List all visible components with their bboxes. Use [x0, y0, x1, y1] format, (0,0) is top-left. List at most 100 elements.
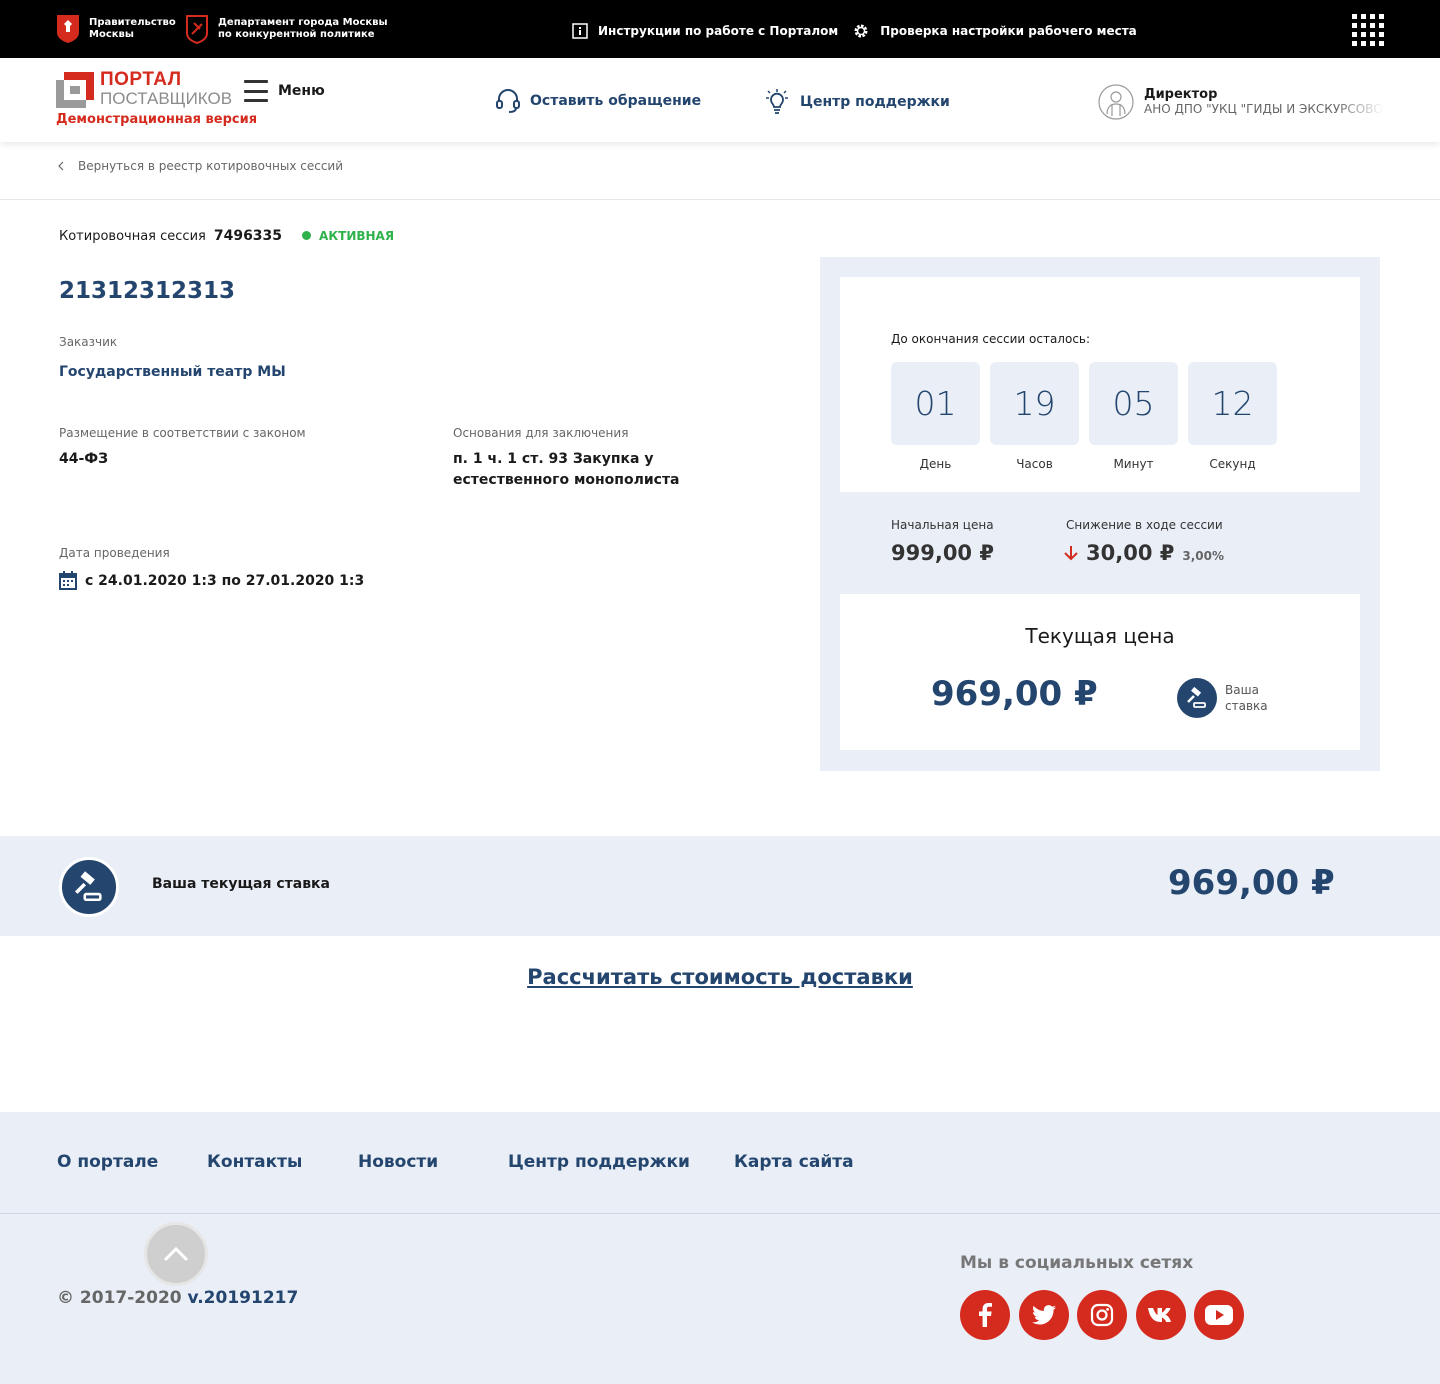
- gavel-icon: [59, 857, 119, 917]
- support-center-link[interactable]: Центр поддержки: [764, 88, 950, 116]
- department-emblem-icon: [186, 15, 208, 44]
- countdown-hours: 19: [990, 362, 1079, 445]
- user-profile[interactable]: Директор АНО ДПО "УКЦ "ГИДЫ И ЭКСКУРСОВО…: [1098, 82, 1388, 122]
- info-icon: [572, 23, 588, 39]
- basis-value: п. 1 ч. 1 ст. 93 Закупка у естественного…: [453, 451, 680, 488]
- price-panel: До окончания сессии осталось: 01 19 05 1…: [820, 257, 1380, 771]
- countdown-card: До окончания сессии осталось: 01 19 05 1…: [840, 277, 1360, 492]
- current-bid-band: Ваша текущая ставка 969,00 ₽: [0, 836, 1440, 936]
- arrow-down-icon: [1064, 546, 1078, 561]
- main-header: ПОРТАЛ ПОСТАВЩИКОВ Демонстрационная верс…: [0, 58, 1440, 142]
- current-bid-label: Ваша текущая ставка: [152, 876, 331, 892]
- start-price-value: 999,00 ₽: [891, 541, 994, 565]
- user-avatar-icon: [1098, 84, 1134, 120]
- instagram-icon[interactable]: [1077, 1290, 1127, 1340]
- law-label: Размещение в соответствии с законом: [59, 426, 306, 440]
- price-drop-percent: 3,00%: [1182, 549, 1224, 563]
- current-bid-value: 969,00 ₽: [1168, 863, 1335, 903]
- user-organization: АНО ДПО "УКЦ "ГИДЫ И ЭКСКУРСОВОДЫ": [1144, 102, 1384, 116]
- status-dot-icon: [302, 231, 312, 240]
- date-label: Дата проведения: [59, 546, 170, 560]
- countdown-seconds-caption: Секунд: [1209, 457, 1256, 471]
- start-price-label: Начальная цена: [891, 518, 994, 532]
- menu-label: Меню: [278, 83, 325, 99]
- back-to-registry-link[interactable]: Вернуться в реестр котировочных сессий: [58, 159, 343, 173]
- countdown-hours-caption: Часов: [1016, 457, 1053, 471]
- gov-department-text: Департамент города Москвы по конкурентно…: [218, 17, 388, 40]
- chevron-up-icon: [163, 1246, 189, 1262]
- moscow-emblem-icon: [57, 15, 79, 43]
- customer-label: Заказчик: [59, 335, 118, 349]
- portal-logo[interactable]: ПОРТАЛ ПОСТАВЩИКОВ: [56, 69, 233, 110]
- countdown-days-caption: День: [919, 457, 952, 471]
- twitter-icon[interactable]: [1019, 1290, 1069, 1340]
- version: v.20191217: [187, 1288, 299, 1308]
- countdown-seconds: 12: [1188, 362, 1277, 445]
- facebook-icon[interactable]: [960, 1290, 1010, 1340]
- gov-moscow-text: Правительство Москвы: [89, 17, 176, 40]
- status-badge: АКТИВНАЯ: [302, 229, 394, 243]
- gavel-icon: [1177, 678, 1217, 718]
- gov-moscow-link[interactable]: Правительство Москвы: [56, 14, 176, 44]
- law-value: 44-ФЗ: [59, 451, 109, 467]
- scroll-to-top-button[interactable]: [144, 1222, 208, 1286]
- footer-nav-news[interactable]: Новости: [358, 1152, 438, 1172]
- date-value: с 24.01.2020 1:3 по 27.01.2020 1:3: [85, 572, 365, 589]
- copyright-years: © 2017-2020: [57, 1288, 182, 1308]
- your-bid-label: Ваша ставка: [1225, 683, 1268, 713]
- instructions-link[interactable]: Инструкции по работе с Порталом: [572, 23, 838, 39]
- current-price-title: Текущая цена: [1025, 624, 1175, 648]
- workplace-check-label: Проверка настройки рабочего места: [880, 24, 1137, 38]
- price-drop: 30,00 ₽ 3,00%: [1064, 541, 1224, 565]
- session-header: Котировочная сессия 7496335 АКТИВНАЯ: [59, 228, 394, 244]
- price-drop-value: 30,00 ₽: [1086, 541, 1175, 565]
- footer-nav-sitemap[interactable]: Карта сайта: [734, 1152, 854, 1172]
- apps-grid-icon[interactable]: [1352, 14, 1384, 46]
- your-bid-marker: Ваша ставка: [1177, 678, 1268, 718]
- logo-subtitle: ПОСТАВЩИКОВ: [100, 89, 233, 108]
- hamburger-icon: [244, 80, 268, 102]
- copyright: © 2017-2020 v.20191217: [57, 1288, 298, 1308]
- current-price-card: Текущая цена 969,00 ₽ Ваша ставка: [840, 594, 1360, 750]
- appeal-label: Оставить обращение: [530, 93, 702, 109]
- price-drop-label: Снижение в ходе сессии: [1066, 518, 1223, 532]
- gear-icon: [854, 24, 868, 38]
- top-bar: Правительство Москвы Департамент города …: [0, 0, 1440, 58]
- countdown-minutes: 05: [1089, 362, 1178, 445]
- vk-icon[interactable]: [1136, 1290, 1186, 1340]
- user-role: Директор: [1144, 87, 1218, 102]
- footer-nav-support[interactable]: Центр поддержки: [508, 1152, 690, 1172]
- instructions-label: Инструкции по работе с Порталом: [598, 24, 839, 38]
- basis-label: Основания для заключения: [453, 426, 629, 440]
- gov-department-link[interactable]: Департамент города Москвы по конкурентно…: [185, 14, 388, 44]
- youtube-icon[interactable]: [1194, 1290, 1244, 1340]
- session-label: Котировочная сессия: [59, 229, 206, 244]
- calendar-icon: [59, 571, 77, 590]
- appeal-link[interactable]: Оставить обращение: [496, 88, 701, 114]
- footer-divider: [0, 1213, 1440, 1214]
- headset-icon: [496, 89, 520, 113]
- current-price-value: 969,00 ₽: [931, 674, 1098, 714]
- session-number: 7496335: [213, 228, 283, 244]
- customer-link[interactable]: Государственный театр МЫ: [59, 362, 286, 383]
- demo-version-label: Демонстрационная версия: [56, 112, 258, 127]
- footer-nav-contacts[interactable]: Контакты: [207, 1152, 302, 1172]
- chevron-left-icon: [58, 161, 64, 171]
- menu-button[interactable]: Меню: [244, 80, 325, 102]
- session-dates: с 24.01.2020 1:3 по 27.01.2020 1:3: [59, 571, 364, 590]
- countdown-days: 01: [891, 362, 980, 445]
- lightbulb-icon: [766, 89, 788, 114]
- divider: [0, 199, 1440, 200]
- status-text: АКТИВНАЯ: [319, 228, 395, 243]
- logo-title: ПОРТАЛ: [100, 69, 182, 90]
- procurement-title: 21312312313: [59, 278, 236, 304]
- calculate-delivery-link[interactable]: Рассчитать стоимость доставки: [527, 965, 913, 989]
- countdown-minutes-caption: Минут: [1113, 457, 1154, 471]
- support-center-label: Центр поддержки: [800, 94, 950, 110]
- portal-logo-mark-icon: [56, 72, 94, 108]
- workplace-check-link[interactable]: Проверка настройки рабочего места: [852, 22, 1137, 40]
- countdown-label: До окончания сессии осталось:: [891, 332, 1091, 346]
- social-title: Мы в социальных сетях: [960, 1253, 1194, 1273]
- footer-nav-about[interactable]: О портале: [57, 1152, 158, 1172]
- breadcrumb-label: Вернуться в реестр котировочных сессий: [78, 159, 344, 173]
